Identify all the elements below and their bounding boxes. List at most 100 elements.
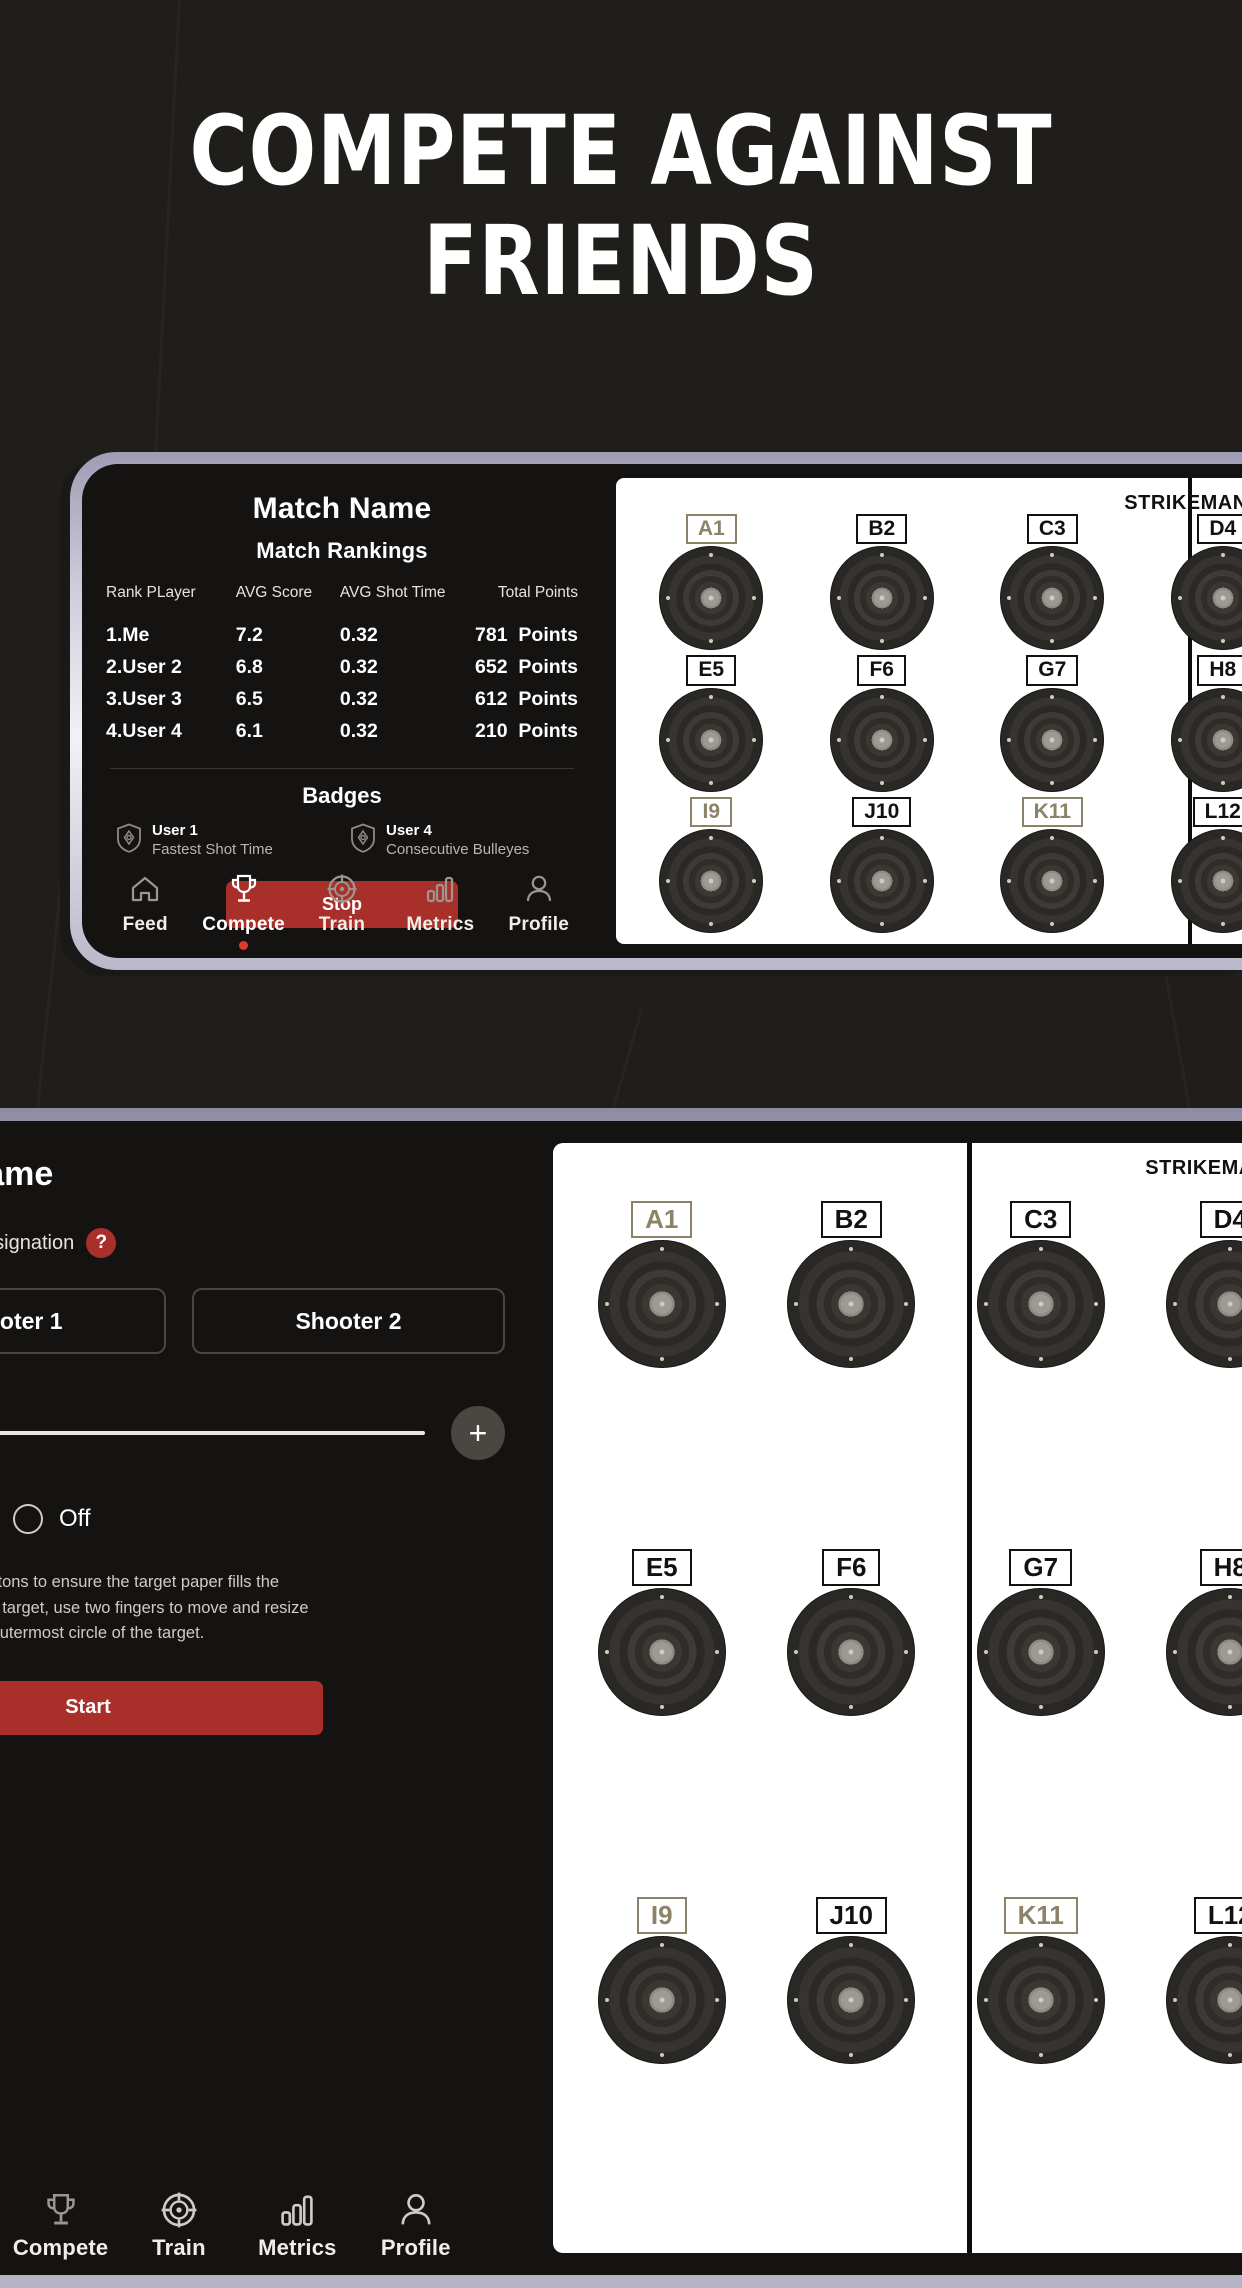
phone-mockup-setup: Match Name Enter Traget Designation ? Sh… bbox=[0, 1108, 1242, 2288]
bullseye-target[interactable] bbox=[659, 688, 763, 792]
add-target-button[interactable]: + bbox=[451, 1406, 505, 1460]
target-cell[interactable]: H8 bbox=[1138, 655, 1242, 796]
target-cell[interactable]: I9 bbox=[567, 1897, 757, 2245]
target-label: A1 bbox=[631, 1201, 692, 1238]
target-cell[interactable]: E5 bbox=[626, 655, 797, 796]
headline-line-1: COMPETE AGAINST bbox=[50, 96, 1193, 206]
points-value: 652 bbox=[475, 656, 508, 678]
rankings-title: Match Rankings bbox=[106, 538, 578, 564]
rankings-table: Rank PLayer AVG Score AVG Shot Time Tota… bbox=[106, 584, 578, 752]
nav-item-feed[interactable]: Feed bbox=[98, 872, 192, 950]
target-cell[interactable]: E5 bbox=[567, 1549, 757, 1897]
nav-label: Feed bbox=[123, 914, 168, 936]
bullseye-target[interactable] bbox=[1166, 1240, 1242, 1368]
badges-list: User 1 Fastest Shot Time User 4 Consecut… bbox=[106, 821, 578, 859]
size-slider-row: + bbox=[0, 1406, 505, 1460]
nav-item-train[interactable]: Train bbox=[132, 2193, 226, 2261]
radio-off[interactable]: Off bbox=[13, 1504, 91, 1534]
target-cell[interactable]: F6 bbox=[797, 655, 968, 796]
target-sheet-pane: STRIKEMANPRO Multi-target A1 B2 C3 D4 E5… bbox=[535, 1121, 1242, 2275]
bullseye-target[interactable] bbox=[659, 546, 763, 650]
target-cell[interactable]: C3 bbox=[946, 1201, 1136, 1549]
bullseye-target[interactable] bbox=[598, 1588, 726, 1716]
question-mark-icon[interactable]: ? bbox=[86, 1228, 116, 1258]
target-cell[interactable]: J10 bbox=[797, 797, 968, 938]
bullseye-target[interactable] bbox=[977, 1240, 1105, 1368]
nav-label: Metrics bbox=[406, 914, 474, 936]
bullseye-target[interactable] bbox=[830, 546, 934, 650]
target-cell[interactable]: B2 bbox=[797, 514, 968, 655]
bullseye-target[interactable] bbox=[787, 1588, 915, 1716]
shooter-1-button[interactable]: Shooter 1 bbox=[0, 1288, 166, 1354]
target-cell[interactable]: A1 bbox=[567, 1201, 757, 1549]
target-cell[interactable]: D4 bbox=[1136, 1201, 1242, 1549]
start-button[interactable]: Start bbox=[0, 1681, 323, 1735]
section-divider bbox=[110, 768, 574, 769]
nav-item-train[interactable]: Train bbox=[295, 872, 389, 950]
bullseye-target[interactable] bbox=[1000, 829, 1104, 933]
target-grid: A1 B2 C3 D4 E5 F6 G7 H8 I9 J10 K11 L12 bbox=[553, 1201, 1242, 2245]
size-slider[interactable] bbox=[0, 1431, 425, 1435]
badges-title: Badges bbox=[106, 783, 578, 809]
target-cell[interactable]: H8 bbox=[1136, 1549, 1242, 1897]
bullseye-target[interactable] bbox=[1171, 688, 1242, 792]
target-cell[interactable]: C3 bbox=[967, 514, 1138, 655]
bullseye-target[interactable] bbox=[977, 1588, 1105, 1716]
match-title: Match Name bbox=[106, 492, 578, 526]
badge-user: User 1 bbox=[152, 822, 198, 839]
target-label: B2 bbox=[856, 514, 907, 544]
target-cell[interactable]: L12 bbox=[1136, 1897, 1242, 2245]
nav-item-metrics[interactable]: Metrics bbox=[250, 2193, 344, 2261]
cell-avg-score: 6.5 bbox=[236, 688, 340, 720]
bullseye-target[interactable] bbox=[1000, 546, 1104, 650]
target-cell[interactable]: L12 bbox=[1138, 797, 1242, 938]
bullseye-target[interactable] bbox=[659, 829, 763, 933]
target-sheet: STRIKEMANPRO A1 B2 C3 D4 E5 F6 G7 H8 I9 … bbox=[616, 478, 1242, 944]
nav-item-compete[interactable]: Compete bbox=[197, 872, 291, 950]
target-cell[interactable]: F6 bbox=[757, 1549, 947, 1897]
target-cell[interactable]: G7 bbox=[967, 655, 1138, 796]
target-cell[interactable]: J10 bbox=[757, 1897, 947, 2245]
bullseye-target[interactable] bbox=[1166, 1588, 1242, 1716]
toggle-row: On Off bbox=[0, 1504, 505, 1534]
nav-active-dot bbox=[239, 941, 248, 950]
cell-avg-shot-time: 0.32 bbox=[340, 688, 475, 720]
bullseye-target[interactable] bbox=[830, 829, 934, 933]
target-cell[interactable]: B2 bbox=[757, 1201, 947, 1549]
cell-total-points: 781 Points bbox=[475, 624, 578, 656]
nav-item-metrics[interactable]: Metrics bbox=[393, 872, 487, 950]
bullseye-target[interactable] bbox=[598, 1936, 726, 2064]
cell-avg-shot-time: 0.32 bbox=[340, 624, 475, 656]
cell-total-points: 210 Points bbox=[475, 720, 578, 752]
bullseye-target[interactable] bbox=[787, 1936, 915, 2064]
target-cell[interactable]: A1 bbox=[626, 514, 797, 655]
nav-item-compete[interactable]: Compete bbox=[14, 2193, 108, 2261]
points-unit: Points bbox=[518, 624, 578, 646]
strikeman-brand: STRIKEMANPRO bbox=[1124, 492, 1242, 515]
shooter-2-button[interactable]: Shooter 2 bbox=[192, 1288, 505, 1354]
match-title: Match Name bbox=[0, 1155, 505, 1194]
target-cell[interactable]: G7 bbox=[946, 1549, 1136, 1897]
bullseye-target[interactable] bbox=[1166, 1936, 1242, 2064]
nav-item-profile[interactable]: Profile bbox=[369, 2193, 463, 2261]
bullseye-target[interactable] bbox=[977, 1936, 1105, 2064]
bullseye-target[interactable] bbox=[598, 1240, 726, 1368]
target-cell[interactable]: K11 bbox=[946, 1897, 1136, 2245]
nav-label: Metrics bbox=[258, 2235, 336, 2261]
target-cell[interactable]: K11 bbox=[967, 797, 1138, 938]
column-header-avg-shot-time: AVG Shot Time bbox=[340, 584, 475, 624]
bullseye-target[interactable] bbox=[1000, 688, 1104, 792]
target-cell[interactable]: I9 bbox=[626, 797, 797, 938]
bottom-navigation: Feed Compete Train bbox=[0, 2193, 535, 2261]
bullseye-target[interactable] bbox=[1171, 546, 1242, 650]
bullseye-target[interactable] bbox=[830, 688, 934, 792]
radio-dot-icon bbox=[13, 1504, 43, 1534]
target-cell[interactable]: D4 bbox=[1138, 514, 1242, 655]
bullseye-target[interactable] bbox=[1171, 829, 1242, 933]
trophy-icon bbox=[229, 872, 259, 906]
badge-description: Consecutive Bulleyes bbox=[386, 841, 529, 858]
points-value: 210 bbox=[475, 720, 508, 742]
cell-avg-score: 6.1 bbox=[236, 720, 340, 752]
nav-item-profile[interactable]: Profile bbox=[492, 872, 586, 950]
bullseye-target[interactable] bbox=[787, 1240, 915, 1368]
